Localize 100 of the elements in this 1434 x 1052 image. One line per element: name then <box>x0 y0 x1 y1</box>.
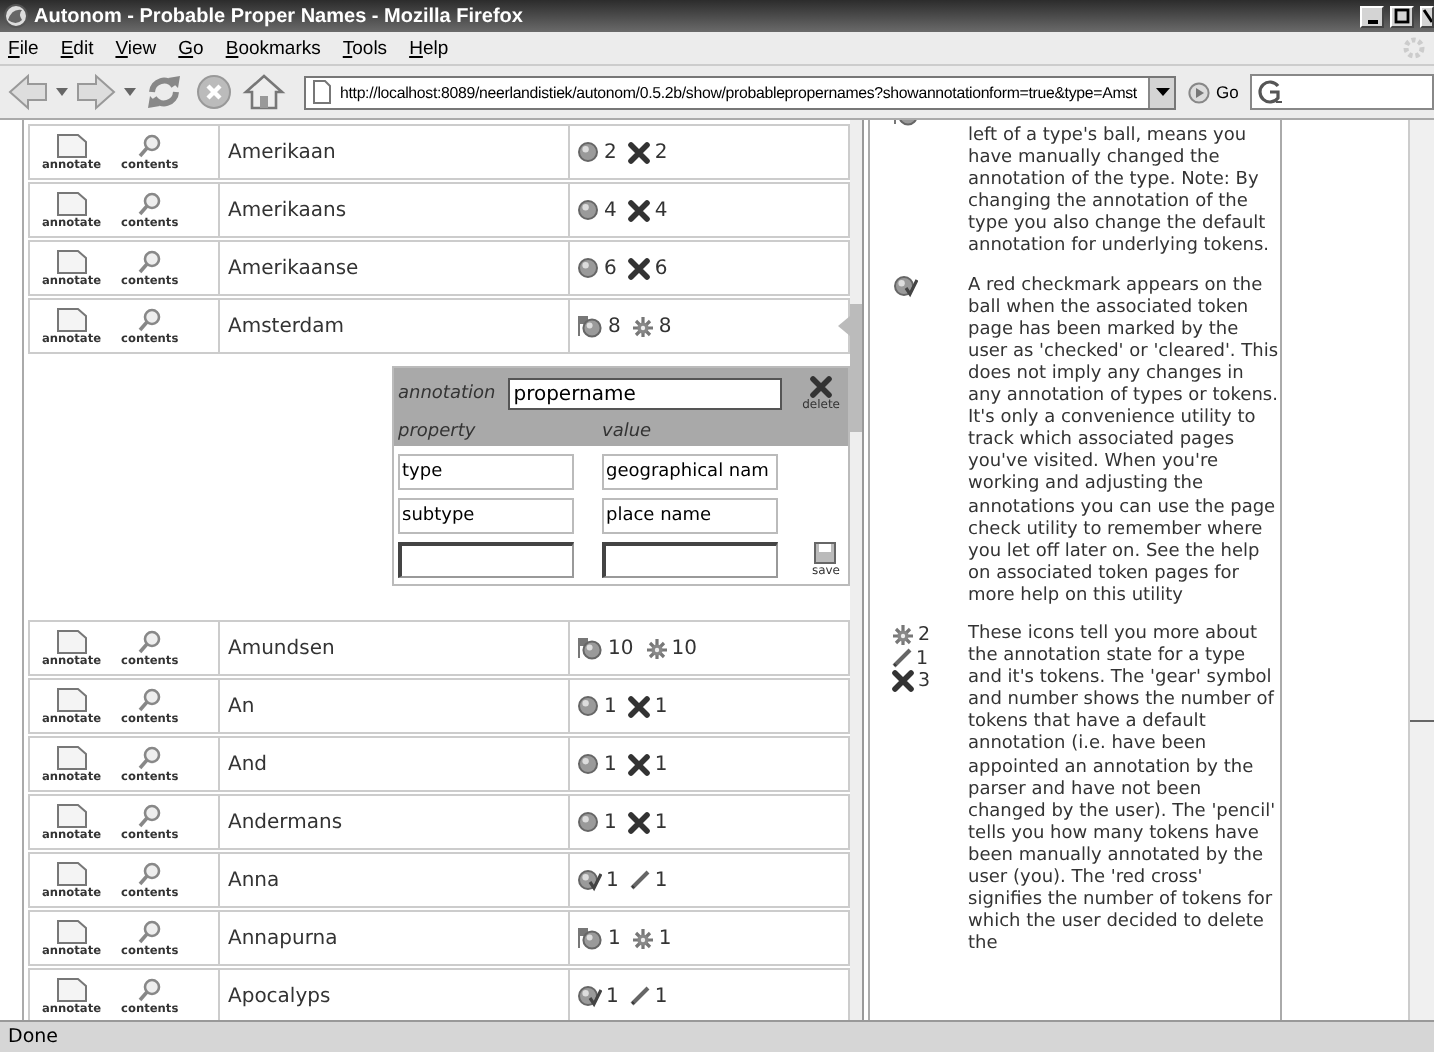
search-icon <box>137 133 162 157</box>
count: 2 <box>654 141 668 163</box>
menu-item[interactable]: Go <box>178 37 204 59</box>
cross-icon <box>628 811 651 833</box>
gear-icon <box>645 637 668 659</box>
search-icon <box>137 745 162 769</box>
count: 1 <box>654 869 668 891</box>
checked-ball-icon <box>892 274 918 299</box>
count: 1 <box>654 811 668 833</box>
count: 10 <box>671 637 697 659</box>
annotation-field[interactable]: propername <box>507 378 782 410</box>
close-icon <box>1422 8 1432 24</box>
menu-item[interactable]: View <box>115 37 157 59</box>
home-button[interactable] <box>242 70 286 114</box>
search-icon <box>137 191 162 215</box>
menu-item[interactable]: Edit <box>60 37 94 59</box>
search-engine-icon <box>1256 78 1285 106</box>
search-icon <box>137 249 162 273</box>
gear-icon <box>632 927 655 949</box>
count: 8 <box>658 315 672 337</box>
cross-icon <box>628 199 651 221</box>
count: 6 <box>654 257 668 279</box>
minimize-button[interactable] <box>1360 5 1384 27</box>
window-title: Autonom - Probable Proper Names - Mozilla Firefox <box>34 5 523 27</box>
page-icon <box>55 629 88 653</box>
dropdown-arrow-icon[interactable] <box>56 87 68 97</box>
page-icon <box>55 307 88 331</box>
count: 8 <box>608 315 621 337</box>
property-field[interactable]: subtype <box>398 498 574 534</box>
menu-item[interactable]: Tools <box>342 37 388 59</box>
stop-button[interactable] <box>192 70 236 114</box>
gear-icon <box>892 624 914 647</box>
value-field[interactable]: geographical nam <box>602 454 778 490</box>
dropdown-arrow-icon[interactable] <box>124 87 136 97</box>
count: 1 <box>604 811 617 833</box>
scrollbar[interactable] <box>850 120 862 1020</box>
dropdown-button[interactable] <box>1148 77 1174 107</box>
count: 2 <box>918 624 931 647</box>
search-icon <box>137 803 162 827</box>
type-name: And <box>228 753 268 775</box>
go-button[interactable]: Go <box>1182 81 1245 103</box>
floppy-icon <box>814 542 837 564</box>
page-icon <box>312 80 332 104</box>
reload-button[interactable] <box>142 70 186 114</box>
page-icon <box>55 803 88 827</box>
ball-icon <box>576 752 600 776</box>
property-header: property <box>398 422 478 442</box>
count: 3 <box>918 669 931 692</box>
search-icon <box>137 629 162 653</box>
type-name: Apocalyps <box>228 985 331 1007</box>
count: 1 <box>658 927 672 949</box>
cross-icon <box>892 669 914 692</box>
type-name: Amerikaanse <box>228 257 359 279</box>
count: 1 <box>606 869 619 891</box>
count: 1 <box>654 985 668 1007</box>
firefox-icon <box>4 4 28 28</box>
type-name: Amerikaan <box>228 141 336 163</box>
count: 1 <box>916 647 929 670</box>
count: 4 <box>604 199 617 221</box>
ball-icon <box>576 810 600 834</box>
search-icon <box>137 861 162 885</box>
search-icon <box>137 977 162 1001</box>
type-name: Andermans <box>228 811 343 833</box>
status-text: Done <box>8 1026 58 1048</box>
cross-icon <box>810 376 833 398</box>
flagged-ball-icon <box>576 636 604 660</box>
menu-item[interactable]: Bookmarks <box>225 37 321 59</box>
type-name: Anna <box>228 869 280 891</box>
help-text: A red checkmark appears on the ball when the associated token page has been marked by the user as 'checked' or 'cleared'. This does not imply any changes in any annotation of types or tokens. It's only a convenience utility to track which associated pages you've visited. When you're working and adjusting the annotations you can use the page check utility to remember where you let off later on. See the help on associated token pages for more help on this utility <box>968 275 1280 608</box>
page-icon <box>55 745 88 769</box>
close-button[interactable] <box>1420 5 1434 27</box>
menu-item[interactable]: File <box>8 37 39 59</box>
maximize-button[interactable] <box>1390 5 1414 27</box>
help-text: left of a type's ball, means you have manually changed the annotation of the type. Note: By changing the annotation of the type you also change the default annotation for underlying tokens. <box>968 126 1271 260</box>
annotation-label: annotation <box>398 384 496 404</box>
ball-icon <box>576 140 600 164</box>
count: 1 <box>654 753 668 775</box>
count: 6 <box>604 257 617 279</box>
pencil-icon <box>892 648 912 669</box>
maximize-icon <box>1394 8 1410 24</box>
caret-icon <box>1155 87 1169 97</box>
property-field[interactable]: type <box>398 454 574 490</box>
cross-icon <box>628 695 651 717</box>
type-name: Amundsen <box>228 637 335 659</box>
value-field[interactable] <box>602 542 778 578</box>
scrollbar[interactable] <box>1408 120 1434 1020</box>
flagged-ball-icon <box>576 926 604 950</box>
count: 1 <box>606 985 619 1007</box>
search-icon <box>137 307 162 331</box>
property-field[interactable] <box>398 542 574 578</box>
page-icon <box>55 861 88 885</box>
count: 2 <box>604 141 617 163</box>
page-icon <box>55 191 88 215</box>
value-header: value <box>602 422 652 442</box>
value-field[interactable]: place name <box>602 498 778 534</box>
menu-item[interactable]: Help <box>409 37 449 59</box>
page-icon <box>55 249 88 273</box>
search-field[interactable] <box>1250 74 1434 110</box>
count: 1 <box>604 695 617 717</box>
count: 1 <box>604 753 617 775</box>
